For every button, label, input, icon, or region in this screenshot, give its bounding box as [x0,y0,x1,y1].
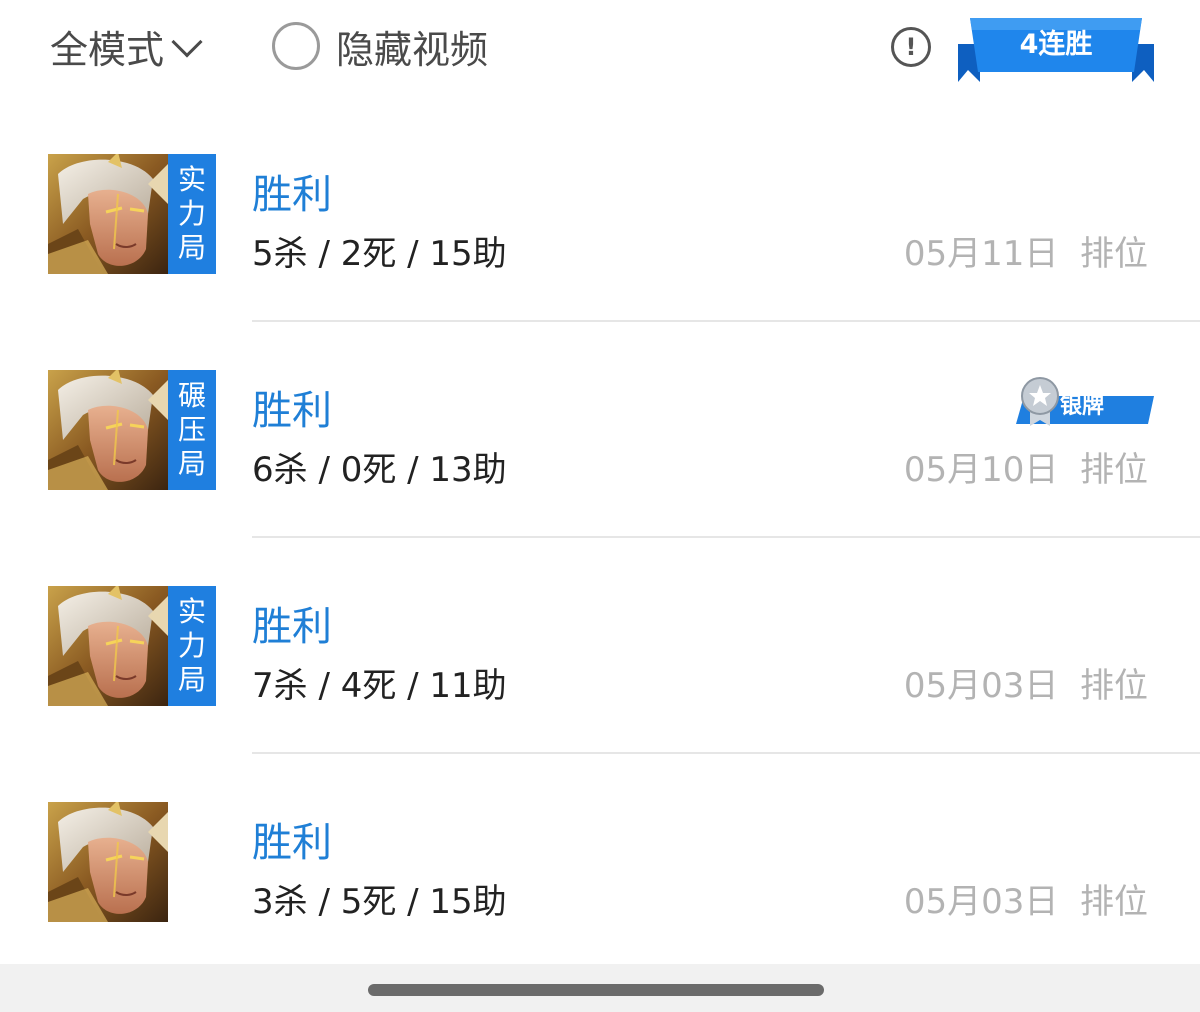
info-icon[interactable]: ! [891,27,931,67]
match-meta: 05月11日 排位 [904,226,1148,275]
mode-tag-char: 碾 [177,379,206,412]
match-row[interactable]: 碾 压 局 胜利 6杀 / 0死 / 13助 银牌 05月10日 排位 [0,322,1200,538]
match-date: 05月11日 [903,234,1059,274]
match-result: 胜利 [252,820,332,866]
mode-tag-char: 局 [177,663,206,696]
medal-label: 银牌 [1060,394,1105,419]
mode-tag: 实 力 局 [168,154,216,274]
match-type: 排位 [1080,450,1148,490]
mode-tag: 实 力 局 [168,586,216,706]
hide-video-label: 隐藏视频 [336,27,489,72]
hero-portrait [48,586,168,706]
win-streak-badge: 4连胜 [958,10,1154,86]
match-meta: 05月10日 排位 [904,442,1148,491]
match-type: 排位 [1080,234,1148,274]
hide-video-toggle[interactable]: 隐藏视频 [272,20,488,72]
match-kda: 7杀 / 4死 / 11助 [252,666,507,706]
chevron-down-icon [171,26,203,58]
mode-tag-char: 局 [177,231,206,264]
hero-avatar[interactable]: 碾 压 局 [48,370,216,490]
mode-tag-char: 力 [177,197,206,230]
match-type: 排位 [1080,666,1148,706]
match-type: 排位 [1080,882,1148,922]
match-date: 05月03日 [903,666,1059,706]
match-row[interactable]: 胜利 3杀 / 5死 / 15助 05月03日 排位 [0,754,1200,970]
filter-header: 全模式 隐藏视频 ! 4连胜 [0,0,1200,100]
hero-avatar[interactable] [48,802,168,922]
silver-medal-badge: 银牌 [1008,376,1154,426]
match-date: 05月03日 [903,882,1059,922]
match-meta: 05月03日 排位 [904,874,1148,923]
hero-avatar[interactable]: 实 力 局 [48,586,216,706]
bottom-bar [0,964,1200,1012]
mode-tag-char: 局 [177,447,206,480]
match-result: 胜利 [252,604,332,650]
match-result: 胜利 [252,388,332,434]
mode-tag-char: 实 [177,595,206,628]
hero-portrait [48,154,168,274]
streak-label: 4连胜 [1019,29,1093,60]
match-kda: 3杀 / 5死 / 15助 [252,882,507,922]
home-indicator[interactable] [368,984,824,996]
mode-tag: 碾 压 局 [168,370,216,490]
mode-filter-dropdown[interactable]: 全模式 [50,20,203,72]
hero-portrait [48,370,168,490]
match-result: 胜利 [252,172,332,218]
match-meta: 05月03日 排位 [904,658,1148,707]
mode-filter-label: 全模式 [50,27,165,72]
mode-tag-char: 压 [177,413,206,446]
mode-tag-char: 实 [177,163,206,196]
mode-tag-char: 力 [177,629,206,662]
hero-avatar[interactable]: 实 力 局 [48,154,216,274]
hero-portrait [48,802,168,922]
match-kda: 5杀 / 2死 / 15助 [252,234,507,274]
match-date: 05月10日 [903,450,1059,490]
match-kda: 6杀 / 0死 / 13助 [252,450,507,490]
match-row[interactable]: 实 力 局 胜利 7杀 / 4死 / 11助 05月03日 排位 [0,538,1200,754]
radio-icon[interactable] [272,22,320,70]
match-row[interactable]: 实 力 局 胜利 5杀 / 2死 / 15助 05月11日 排位 [0,106,1200,322]
